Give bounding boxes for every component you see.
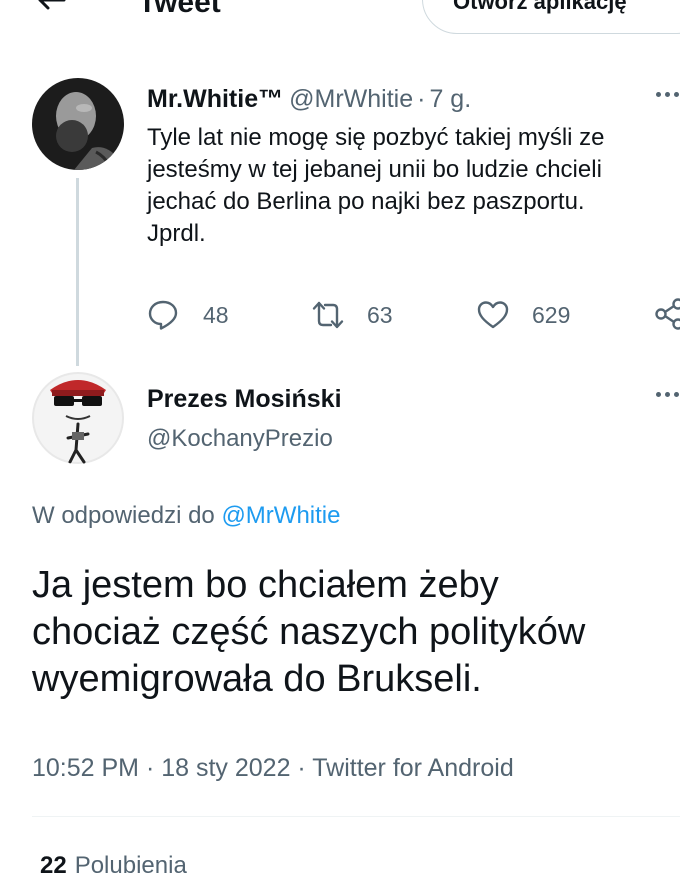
retweet-icon[interactable] [312,299,344,331]
tweet1-time[interactable]: 7 g. [429,85,471,113]
reply-count: 48 [203,300,229,330]
avatar-cartoon-icon [32,372,124,464]
open-app-label: Otwórz aplikację [453,0,627,15]
like-count: 629 [532,300,570,330]
tweet1-author-name[interactable]: Mr.Whitie™ [147,85,283,113]
tweet1-author-handle[interactable]: @MrWhitie [289,85,413,113]
more-icon[interactable] [656,92,680,104]
reply-icon[interactable] [147,299,179,331]
reply-to-line: W odpowiedzi do @MrWhitie [32,501,340,531]
reply-to-prefix: W odpowiedzi do [32,502,215,529]
avatar-photo-icon [32,78,124,170]
divider [32,816,680,817]
reply-to-handle-link[interactable]: @MrWhitie [221,502,340,529]
page-title: Tweet [138,0,221,20]
avatar-kochanyprezio[interactable] [32,372,124,464]
like-icon[interactable] [477,299,509,331]
tweet2-meta[interactable]: 10:52 PM · 18 sty 2022 · Twitter for And… [32,752,514,784]
retweet-count: 63 [367,300,393,330]
tweet2-author-name[interactable]: Prezes Mosiński [147,384,342,414]
tweet1-separator: · [417,85,425,113]
avatar-mrwhitie[interactable] [32,78,124,170]
share-icon[interactable] [652,298,680,330]
tweet1-header: Mr.Whitie™@MrWhitie·7 g. [147,84,471,114]
tweet2-text: Ja jestem bo chciałem żeby chociaż część… [32,562,678,703]
back-arrow-icon[interactable] [34,0,68,20]
tweet1-text: Tyle lat nie mogę się pozbyć takiej myśl… [147,122,677,250]
tweet2-author-handle[interactable]: @KochanyPrezio [147,424,333,454]
open-app-button[interactable]: Otwórz aplikację [422,0,680,34]
likes-row[interactable]: 22Polubienia [40,851,187,881]
thread-line [76,178,79,366]
more-icon[interactable] [656,392,680,404]
